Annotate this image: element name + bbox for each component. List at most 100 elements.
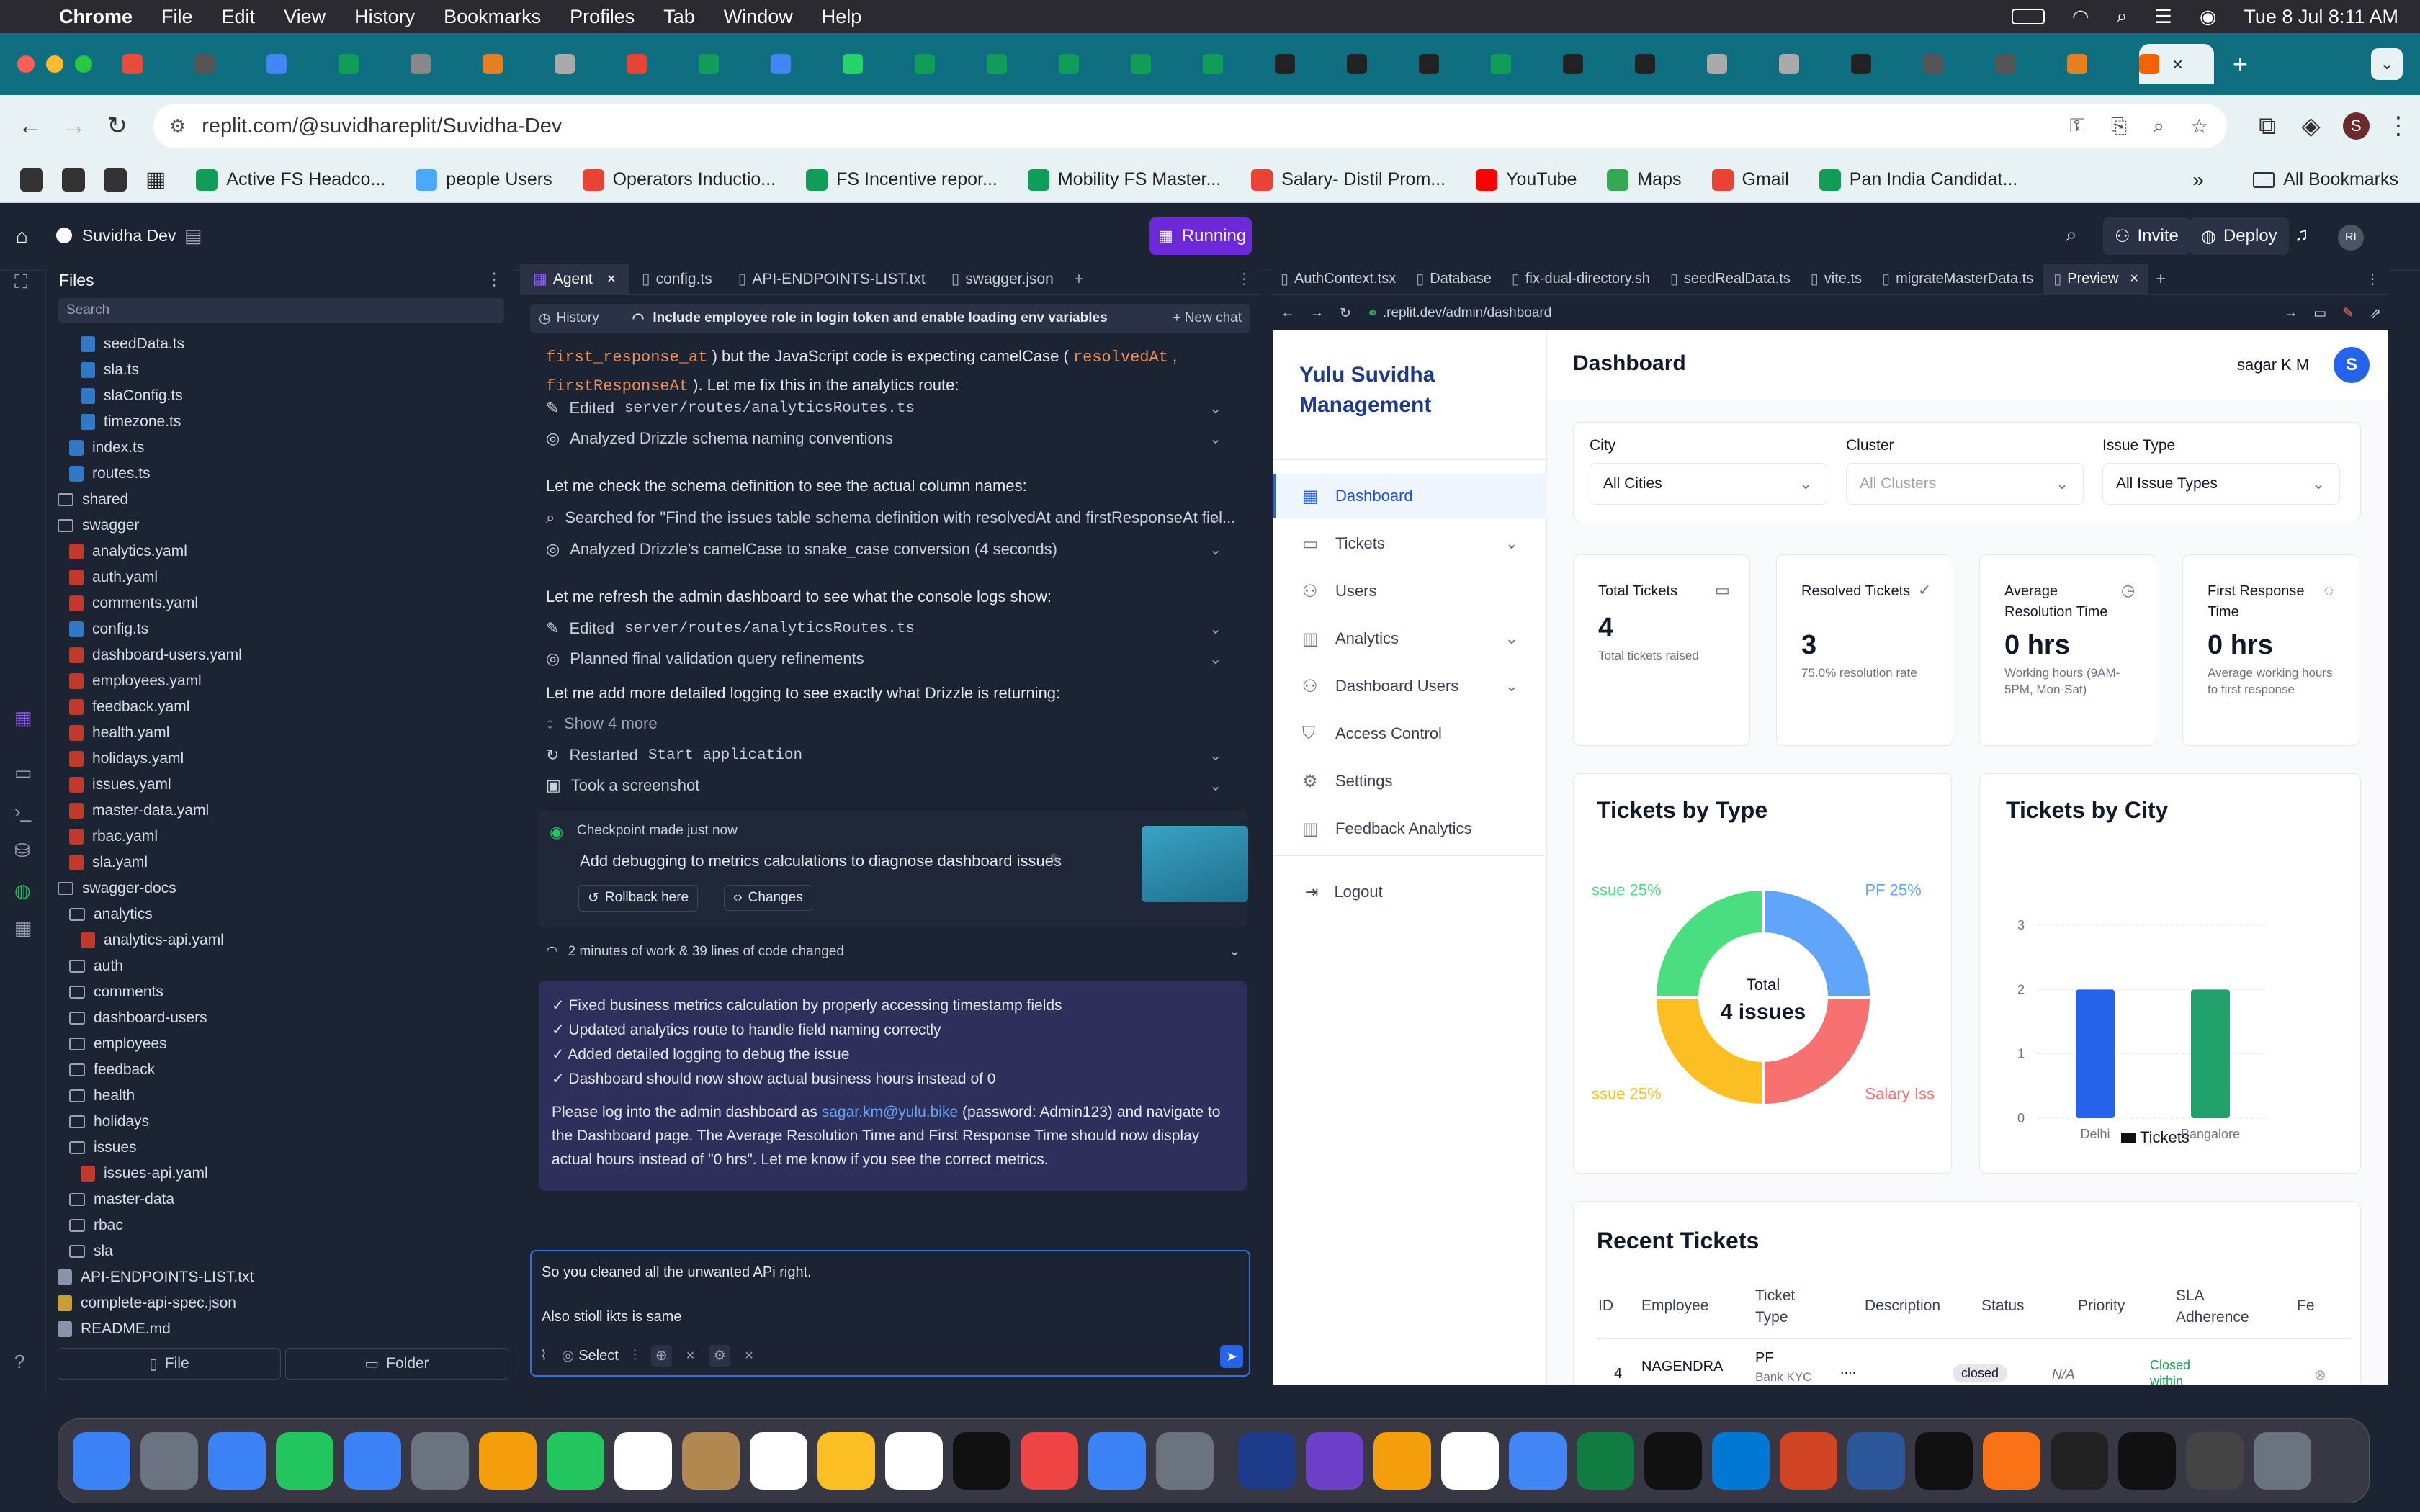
new-tab-button[interactable]: + (2233, 49, 2248, 79)
browser-tab[interactable] (771, 44, 834, 84)
bookmark-item[interactable]: Pan India Candidat... (1819, 168, 2017, 191)
email-link[interactable]: sagar.km@yulu.bike (822, 1104, 958, 1120)
browser-tab[interactable] (699, 44, 762, 84)
editor-tab[interactable]: ▯ Database (1406, 264, 1502, 295)
editor-tab[interactable]: ▯ AuthContext.tsx (1270, 264, 1406, 295)
new-folder-button[interactable]: ▭ Folder (285, 1348, 508, 1380)
bar[interactable] (2191, 989, 2230, 1118)
dock-app-icon[interactable] (614, 1432, 672, 1490)
dock-app-icon[interactable] (2118, 1432, 2176, 1490)
attach-icon[interactable]: ⌇ (540, 1345, 547, 1367)
tab-search-icon[interactable]: ⌄ (2371, 48, 2403, 80)
file-tree-item[interactable]: issues (69, 1135, 137, 1161)
add-tab-icon[interactable]: + (2156, 269, 2166, 289)
browser-tab[interactable] (627, 44, 690, 84)
agent-action-row[interactable]: ↻ Restarted Start application ⌄ (546, 746, 1240, 765)
preview-back-icon[interactable]: ← (1281, 305, 1294, 321)
rollback-button[interactable]: ↺ Rollback here (578, 885, 699, 912)
logout-button[interactable]: ⇥ Logout (1305, 883, 1383, 901)
dock-app-icon[interactable] (750, 1432, 807, 1490)
chevron-down-icon[interactable]: ⌄ (1209, 400, 1222, 418)
dock-app-icon[interactable] (2186, 1432, 2244, 1490)
file-tree-item[interactable]: master-data (69, 1187, 174, 1212)
file-tree-item[interactable]: employees (69, 1031, 167, 1057)
help-icon[interactable]: ? (14, 1351, 24, 1373)
browser-tab[interactable] (1491, 44, 1554, 84)
file-tree-item[interactable]: holidays.yaml (69, 746, 184, 772)
editor-tab[interactable]: ▯ API-ENDPOINTS-LIST.txt (725, 264, 938, 295)
chevron-down-icon[interactable]: ⌄ (1209, 650, 1222, 668)
bookmark-item[interactable]: Mobility FS Master... (1027, 168, 1221, 191)
file-tree-item[interactable]: sla (69, 1238, 113, 1264)
file-tree-item[interactable]: comments.yaml (69, 590, 198, 616)
address-bar[interactable]: ⚙ replit.com/@suvidhareplit/Suvidha-Dev … (153, 104, 2228, 148)
select-button[interactable]: ◎ Select (562, 1345, 619, 1367)
preview-tool-icon[interactable]: ▭ (14, 762, 32, 784)
control-center-icon[interactable]: ☰ (2155, 6, 2172, 28)
browser-tab[interactable] (1995, 44, 2058, 84)
chevron-down-icon[interactable]: ⌄ (1209, 430, 1222, 448)
zoom-icon[interactable]: ⌕ (2153, 114, 2164, 138)
menu-history[interactable]: History (354, 6, 415, 28)
more-menu-icon[interactable]: ⋮ (2377, 112, 2420, 140)
browser-tab[interactable] (1131, 44, 1194, 84)
dock-app-icon[interactable] (1021, 1432, 1078, 1490)
browser-tab[interactable] (1203, 44, 1266, 84)
edit-icon[interactable]: ✎ (1049, 850, 1062, 869)
browser-tab[interactable] (987, 44, 1050, 84)
dock-app-icon[interactable] (1238, 1432, 1296, 1490)
layout-icon[interactable]: ▤ (184, 225, 202, 247)
browser-tab[interactable] (1419, 44, 1482, 84)
file-tree-item[interactable]: sla.ts (81, 357, 139, 383)
dock-app-icon[interactable] (885, 1432, 943, 1490)
editor-tab[interactable]: ▦ Agent × (520, 263, 629, 295)
editor-tab[interactable]: ▯ config.ts (629, 264, 725, 295)
bar[interactable] (2076, 989, 2115, 1118)
settings-sliders-icon[interactable]: ⫶ (633, 1345, 637, 1367)
file-tree-item[interactable]: auth (69, 953, 123, 979)
browser-tab[interactable] (1563, 44, 1626, 84)
add-tab-icon[interactable]: + (1074, 269, 1084, 289)
dock-app-icon[interactable] (479, 1432, 537, 1490)
close-tab-icon[interactable]: × (2172, 53, 2183, 76)
bookmark-item[interactable]: people Users (416, 168, 552, 191)
browser-tab[interactable] (194, 44, 258, 84)
gear-chip-icon[interactable]: ⚙ (709, 1345, 731, 1367)
remove-web-icon[interactable]: × (686, 1345, 695, 1367)
agent-tool-icon[interactable]: ▦ (14, 707, 32, 729)
extension-icon[interactable]: ◈ (2289, 112, 2332, 140)
dock-app-icon[interactable] (547, 1432, 604, 1490)
file-tree-item[interactable]: seedData.ts (81, 331, 184, 357)
reload-icon[interactable]: ↻ (96, 112, 139, 140)
external-link-icon[interactable]: ⇗ (2370, 305, 2381, 322)
browser-tab[interactable] (266, 44, 330, 84)
menu-profiles[interactable]: Profiles (570, 6, 635, 28)
file-tree-item[interactable]: rbac (69, 1212, 123, 1238)
chevron-down-icon[interactable]: ⌄ (1209, 509, 1222, 527)
menu-tab[interactable]: Tab (663, 6, 695, 28)
editor-tab[interactable]: ▯ Preview × (2043, 263, 2149, 295)
bookmark-app-3-icon[interactable] (104, 168, 127, 192)
sidebar-item-dashboard-users[interactable]: ⚇ Dashboard Users ⌄ (1273, 664, 1547, 708)
sidebar-item-feedback-analytics[interactable]: ▥ Feedback Analytics (1273, 806, 1547, 851)
agent-action-row[interactable]: ◎ Planned final validation query refineme… (546, 649, 1240, 668)
browser-tab[interactable] (1923, 44, 1986, 84)
dock-app-icon[interactable] (1644, 1432, 1702, 1490)
project-avatar[interactable] (56, 228, 72, 243)
all-tools-icon[interactable]: ▦ (14, 917, 32, 940)
siri-icon[interactable]: ◉ (2200, 6, 2217, 28)
file-tree-item[interactable]: analytics-api.yaml (81, 927, 224, 953)
bookmark-app-1-icon[interactable] (20, 168, 43, 192)
sidebar-item-users[interactable]: ⚇ Users (1273, 569, 1547, 613)
bookmark-item[interactable]: FS Incentive repor... (806, 168, 998, 191)
editor-tab[interactable]: ▯ fix-dual-directory.sh (1502, 264, 1660, 295)
browser-tab[interactable] (1059, 44, 1122, 84)
dock-app-icon[interactable] (2254, 1432, 2311, 1490)
file-tree-item[interactable]: feedback (69, 1057, 155, 1083)
dock-app-icon[interactable] (1373, 1432, 1431, 1490)
files-tool-icon[interactable]: ⛶ (14, 271, 27, 294)
bookmark-item[interactable]: Salary- Distil Prom... (1251, 168, 1446, 191)
remove-gear-icon[interactable]: × (745, 1345, 753, 1367)
tabs-menu-icon[interactable]: ⋮ (2365, 270, 2380, 288)
sidebar-item-analytics[interactable]: ▥ Analytics ⌄ (1273, 616, 1547, 661)
